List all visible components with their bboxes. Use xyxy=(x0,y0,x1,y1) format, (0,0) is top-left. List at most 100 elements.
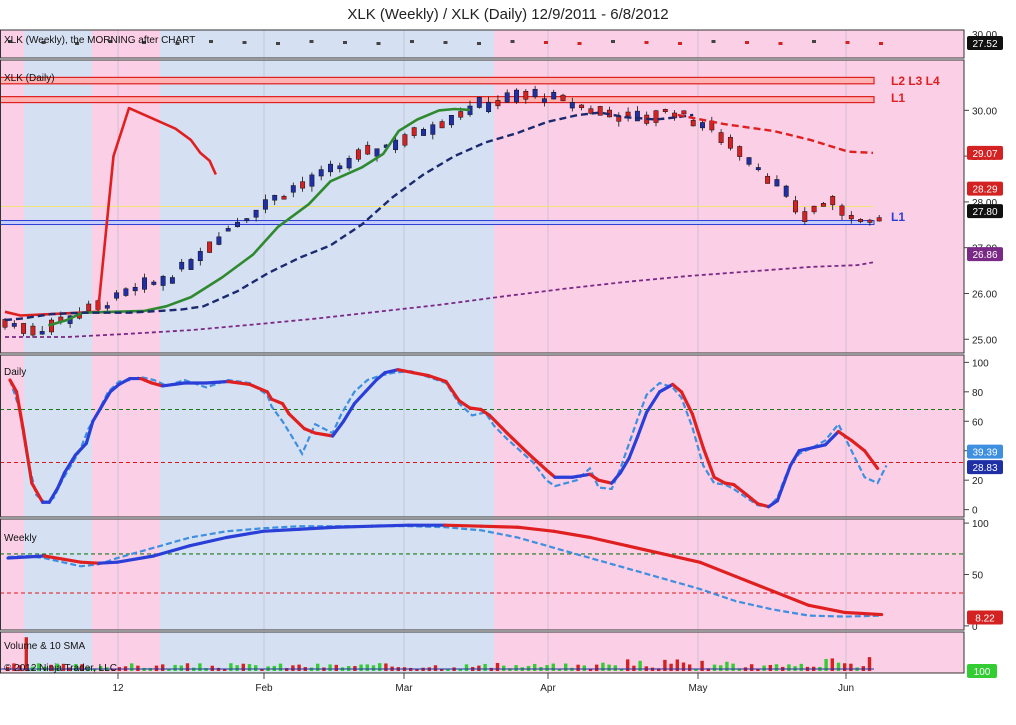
candle-body xyxy=(793,200,798,213)
volume-bar xyxy=(762,665,766,671)
panel-label-volume: Volume & 10 SMA xyxy=(4,641,85,652)
weekly-strip-tick xyxy=(276,42,280,45)
weekly-strip-tick xyxy=(544,41,548,44)
weekly-strip-tick xyxy=(644,41,649,44)
candle-body xyxy=(197,251,203,261)
volume-bar xyxy=(433,665,438,671)
volume-bar xyxy=(247,664,252,671)
candle-body xyxy=(439,121,445,129)
volume-bar xyxy=(768,664,772,671)
weekly-strip-tick xyxy=(510,40,515,43)
weekly-stoch-solid-segment xyxy=(6,555,28,560)
volume-bar xyxy=(235,665,239,671)
volume-bar xyxy=(291,665,295,671)
volume-bar xyxy=(198,663,202,671)
weekly-stoch-solid-segment xyxy=(297,525,338,531)
daily-stoch-badge-value: 39.39 xyxy=(972,448,997,459)
candle-body xyxy=(737,146,743,157)
x-tick-label: Feb xyxy=(255,683,273,694)
volume-bar xyxy=(378,663,382,671)
candle-body xyxy=(765,175,771,184)
candle-body xyxy=(802,211,808,222)
candle-body xyxy=(690,120,696,127)
weekly-strip-tick xyxy=(745,41,749,44)
candle-body xyxy=(430,124,436,135)
volume-bar xyxy=(334,664,338,671)
volume-bar xyxy=(843,663,847,671)
candle-body xyxy=(225,228,231,232)
weekly-stoch-solid-segment xyxy=(97,560,119,565)
volume-bar xyxy=(750,664,754,671)
weekly-stoch-solid-segment xyxy=(261,527,301,533)
candle-body xyxy=(625,111,631,117)
candle-body xyxy=(11,323,17,327)
volume-bar xyxy=(161,664,165,671)
candle-body xyxy=(681,110,687,115)
volume-bar xyxy=(849,663,853,671)
candle-body xyxy=(411,127,417,136)
candle-body xyxy=(142,277,147,290)
top-badge-value: 27.52 xyxy=(972,39,997,50)
volume-bar xyxy=(185,663,190,671)
daily-stoch-y-tick-label: 80 xyxy=(972,388,984,399)
x-tick-label: May xyxy=(689,683,708,694)
candle-body xyxy=(811,205,817,213)
volume-bar xyxy=(787,664,791,671)
candle-body xyxy=(207,241,213,253)
candle-body xyxy=(355,149,361,160)
chart-root: XLK (Weekly) / XLK (Daily) 12/9/2011 - 6… xyxy=(0,0,1016,720)
candle-body xyxy=(876,217,882,222)
price-y-tick-label: 25.00 xyxy=(972,335,997,346)
weekly-strip-tick xyxy=(477,42,481,45)
weekly-strip-tick xyxy=(443,41,448,44)
candle-body xyxy=(151,281,157,285)
candle-body xyxy=(653,110,659,123)
price-y-tick-label: 30.00 xyxy=(972,106,997,117)
volume-bar xyxy=(595,664,599,671)
candle-body xyxy=(188,259,194,270)
candle-body xyxy=(421,129,426,136)
weekly-strip-tick xyxy=(778,42,783,45)
weekly-strip-tick xyxy=(410,40,414,43)
volume-bar xyxy=(731,663,735,671)
volume-bar xyxy=(607,664,611,671)
price-badge-value: 26.86 xyxy=(972,250,997,261)
volume-bar xyxy=(712,664,717,671)
x-tick-label: 12 xyxy=(112,683,124,694)
candle-body xyxy=(858,219,864,222)
weekly-strip-tick xyxy=(343,41,347,44)
volume-bar xyxy=(179,665,183,671)
weekly-strip-tick xyxy=(845,41,850,44)
candle-body xyxy=(820,203,826,207)
volume-badge-value: 100 xyxy=(974,667,991,678)
candle-body xyxy=(179,261,185,270)
candle-body xyxy=(300,181,306,189)
candle-body xyxy=(597,106,603,116)
candle-body xyxy=(476,96,482,108)
volume-bar xyxy=(384,663,388,671)
candle-body xyxy=(21,323,27,334)
volume-bar xyxy=(564,663,568,671)
volume-bar xyxy=(613,665,617,671)
candle-body xyxy=(755,167,761,170)
candle-body xyxy=(114,292,120,299)
candle-body xyxy=(272,194,278,201)
candle-body xyxy=(309,174,315,187)
candle-body xyxy=(662,109,668,112)
volume-bar xyxy=(254,665,258,671)
candle-body xyxy=(774,179,780,187)
volume-bar xyxy=(316,663,320,671)
resistance-zone-0 xyxy=(0,76,875,85)
xlk-chart: XLK (Weekly) / XLK (Daily) 12/9/2011 - 6… xyxy=(0,6,1016,720)
weekly-stoch-badge-value: 8.22 xyxy=(975,613,995,624)
candle-body xyxy=(235,221,240,228)
daily-stoch-y-tick-label: 20 xyxy=(972,476,984,487)
bg-shade-weekly-3 xyxy=(160,519,494,630)
weekly-stoch-y-tick-label: 100 xyxy=(972,519,989,530)
weekly-stoch-solid-segment xyxy=(79,560,101,565)
candle-body xyxy=(365,144,371,155)
candle-body xyxy=(495,100,501,107)
candle-body xyxy=(132,286,138,292)
candle-body xyxy=(532,88,538,98)
volume-bar xyxy=(297,664,301,671)
